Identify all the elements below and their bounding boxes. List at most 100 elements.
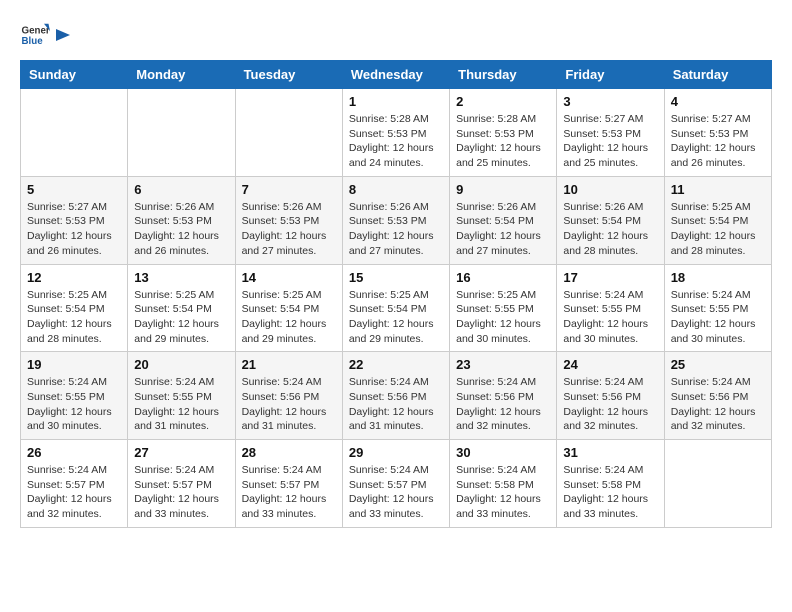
day-info: Sunrise: 5:28 AMSunset: 5:53 PMDaylight:… <box>456 112 550 171</box>
day-number: 10 <box>563 182 657 197</box>
calendar-cell: 30Sunrise: 5:24 AMSunset: 5:58 PMDayligh… <box>450 440 557 528</box>
day-info: Sunrise: 5:26 AMSunset: 5:54 PMDaylight:… <box>563 200 657 259</box>
calendar-cell: 21 Sunrise: 5:24 AMSunset: 5:56 PMDayligh… <box>235 352 342 440</box>
day-number: 17 <box>563 270 657 285</box>
weekday-header: Monday <box>128 61 235 89</box>
day-info: Sunrise: 5:25 AMSunset: 5:54 PMDaylight:… <box>27 288 121 347</box>
day-info: Sunrise: 5:27 AMSunset: 5:53 PMDaylight:… <box>671 112 765 171</box>
calendar-week-row: 1 Sunrise: 5:28 AMSunset: 5:53 PMDaylight… <box>21 89 772 177</box>
day-number: 13 <box>134 270 228 285</box>
day-number: 8 <box>349 182 443 197</box>
day-info: Sunrise: 5:27 AMSunset: 5:53 PMDaylight:… <box>27 200 121 259</box>
calendar-cell: 28 Sunrise: 5:24 AMSunset: 5:57 PMDayligh… <box>235 440 342 528</box>
day-info: Sunrise: 5:24 AMSunset: 5:57 PMDaylight:… <box>27 463 121 522</box>
day-info: Sunrise: 5:26 AMSunset: 5:53 PMDaylight:… <box>349 200 443 259</box>
day-number: 6 <box>134 182 228 197</box>
day-number: 2 <box>456 94 550 109</box>
day-info: Sunrise: 5:25 AMSunset: 5:54 PMDaylight:… <box>242 288 336 347</box>
day-number: 5 <box>27 182 121 197</box>
day-number: 3 <box>563 94 657 109</box>
calendar-cell: 19Sunrise: 5:24 AMSunset: 5:55 PMDayligh… <box>21 352 128 440</box>
day-info: Sunrise: 5:25 AMSunset: 5:55 PMDaylight:… <box>456 288 550 347</box>
calendar-cell: 25 Sunrise: 5:24 AMSunset: 5:56 PMDayligh… <box>664 352 771 440</box>
day-info: Sunrise: 5:24 AMSunset: 5:56 PMDaylight:… <box>349 375 443 434</box>
day-number: 25 <box>671 357 765 372</box>
day-number: 24 <box>563 357 657 372</box>
day-info: Sunrise: 5:28 AMSunset: 5:53 PMDaylight:… <box>349 112 443 171</box>
day-number: 21 <box>242 357 336 372</box>
day-info: Sunrise: 5:24 AMSunset: 5:55 PMDaylight:… <box>563 288 657 347</box>
day-info: Sunrise: 5:26 AMSunset: 5:54 PMDaylight:… <box>456 200 550 259</box>
calendar-cell: 24 Sunrise: 5:24 AMSunset: 5:56 PMDayligh… <box>557 352 664 440</box>
calendar-cell: 14 Sunrise: 5:25 AMSunset: 5:54 PMDayligh… <box>235 264 342 352</box>
day-info: Sunrise: 5:24 AMSunset: 5:58 PMDaylight:… <box>563 463 657 522</box>
calendar-cell: 11 Sunrise: 5:25 AMSunset: 5:54 PMDayligh… <box>664 176 771 264</box>
day-info: Sunrise: 5:24 AMSunset: 5:57 PMDaylight:… <box>242 463 336 522</box>
calendar-week-row: 12 Sunrise: 5:25 AMSunset: 5:54 PMDayligh… <box>21 264 772 352</box>
svg-text:Blue: Blue <box>22 36 44 47</box>
weekday-header: Friday <box>557 61 664 89</box>
weekday-header: Sunday <box>21 61 128 89</box>
day-info: Sunrise: 5:24 AMSunset: 5:56 PMDaylight:… <box>242 375 336 434</box>
day-info: Sunrise: 5:26 AMSunset: 5:53 PMDaylight:… <box>134 200 228 259</box>
calendar-cell: 31 Sunrise: 5:24 AMSunset: 5:58 PMDayligh… <box>557 440 664 528</box>
calendar-cell: 8 Sunrise: 5:26 AMSunset: 5:53 PMDaylight… <box>342 176 449 264</box>
day-number: 29 <box>349 445 443 460</box>
day-info: Sunrise: 5:24 AMSunset: 5:56 PMDaylight:… <box>456 375 550 434</box>
calendar-cell <box>128 89 235 177</box>
day-info: Sunrise: 5:24 AMSunset: 5:55 PMDaylight:… <box>671 288 765 347</box>
day-number: 1 <box>349 94 443 109</box>
calendar-cell: 15Sunrise: 5:25 AMSunset: 5:54 PMDayligh… <box>342 264 449 352</box>
calendar-table: SundayMondayTuesdayWednesdayThursdayFrid… <box>20 60 772 528</box>
day-number: 31 <box>563 445 657 460</box>
day-number: 16 <box>456 270 550 285</box>
calendar-cell: 26Sunrise: 5:24 AMSunset: 5:57 PMDayligh… <box>21 440 128 528</box>
calendar-cell: 22 Sunrise: 5:24 AMSunset: 5:56 PMDayligh… <box>342 352 449 440</box>
calendar-cell <box>235 89 342 177</box>
logo: General Blue <box>20 20 72 50</box>
day-info: Sunrise: 5:24 AMSunset: 5:58 PMDaylight:… <box>456 463 550 522</box>
calendar-header-row: SundayMondayTuesdayWednesdayThursdayFrid… <box>21 61 772 89</box>
calendar-cell <box>664 440 771 528</box>
day-number: 22 <box>349 357 443 372</box>
day-info: Sunrise: 5:24 AMSunset: 5:56 PMDaylight:… <box>671 375 765 434</box>
calendar-cell: 13 Sunrise: 5:25 AMSunset: 5:54 PMDayligh… <box>128 264 235 352</box>
calendar-cell: 4 Sunrise: 5:27 AMSunset: 5:53 PMDaylight… <box>664 89 771 177</box>
day-info: Sunrise: 5:24 AMSunset: 5:55 PMDaylight:… <box>27 375 121 434</box>
day-info: Sunrise: 5:24 AMSunset: 5:55 PMDaylight:… <box>134 375 228 434</box>
weekday-header: Saturday <box>664 61 771 89</box>
day-number: 9 <box>456 182 550 197</box>
calendar-cell <box>21 89 128 177</box>
calendar-cell: 17 Sunrise: 5:24 AMSunset: 5:55 PMDayligh… <box>557 264 664 352</box>
day-info: Sunrise: 5:24 AMSunset: 5:57 PMDaylight:… <box>349 463 443 522</box>
weekday-header: Tuesday <box>235 61 342 89</box>
calendar-cell: 20Sunrise: 5:24 AMSunset: 5:55 PMDayligh… <box>128 352 235 440</box>
calendar-cell: 1 Sunrise: 5:28 AMSunset: 5:53 PMDaylight… <box>342 89 449 177</box>
calendar-cell: 12 Sunrise: 5:25 AMSunset: 5:54 PMDayligh… <box>21 264 128 352</box>
calendar-week-row: 5 Sunrise: 5:27 AMSunset: 5:53 PMDaylight… <box>21 176 772 264</box>
calendar-cell: 5 Sunrise: 5:27 AMSunset: 5:53 PMDaylight… <box>21 176 128 264</box>
calendar-cell: 18Sunrise: 5:24 AMSunset: 5:55 PMDayligh… <box>664 264 771 352</box>
calendar-cell: 10 Sunrise: 5:26 AMSunset: 5:54 PMDayligh… <box>557 176 664 264</box>
weekday-header: Thursday <box>450 61 557 89</box>
day-number: 7 <box>242 182 336 197</box>
day-number: 11 <box>671 182 765 197</box>
svg-text:General: General <box>22 26 51 37</box>
day-info: Sunrise: 5:25 AMSunset: 5:54 PMDaylight:… <box>134 288 228 347</box>
day-info: Sunrise: 5:25 AMSunset: 5:54 PMDaylight:… <box>671 200 765 259</box>
weekday-header: Wednesday <box>342 61 449 89</box>
day-number: 4 <box>671 94 765 109</box>
day-info: Sunrise: 5:25 AMSunset: 5:54 PMDaylight:… <box>349 288 443 347</box>
day-number: 23 <box>456 357 550 372</box>
day-number: 12 <box>27 270 121 285</box>
calendar-cell: 3Sunrise: 5:27 AMSunset: 5:53 PMDaylight… <box>557 89 664 177</box>
calendar-cell: 16 Sunrise: 5:25 AMSunset: 5:55 PMDayligh… <box>450 264 557 352</box>
day-number: 28 <box>242 445 336 460</box>
logo-arrow-icon <box>54 26 72 44</box>
day-number: 27 <box>134 445 228 460</box>
calendar-week-row: 19Sunrise: 5:24 AMSunset: 5:55 PMDayligh… <box>21 352 772 440</box>
calendar-cell: 29 Sunrise: 5:24 AMSunset: 5:57 PMDayligh… <box>342 440 449 528</box>
day-number: 14 <box>242 270 336 285</box>
day-info: Sunrise: 5:24 AMSunset: 5:56 PMDaylight:… <box>563 375 657 434</box>
calendar-week-row: 26Sunrise: 5:24 AMSunset: 5:57 PMDayligh… <box>21 440 772 528</box>
